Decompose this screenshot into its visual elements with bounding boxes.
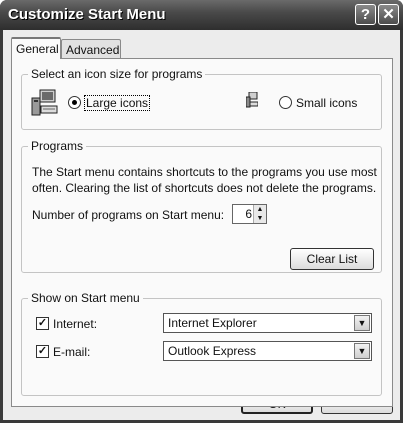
large-icons-radio[interactable] <box>68 96 81 109</box>
internet-label[interactable]: Internet: <box>53 317 97 331</box>
general-tab-panel: Select an icon size for programs Large i… <box>11 58 393 407</box>
icon-size-legend: Select an icon size for programs <box>28 67 206 81</box>
dropdown-arrow-icon[interactable]: ▼ <box>354 315 370 331</box>
email-client-select[interactable]: Outlook Express ▼ <box>163 341 372 361</box>
help-icon: ? <box>360 6 371 23</box>
program-count-stepper[interactable]: 6 ▲ ▼ <box>232 204 267 224</box>
programs-legend: Programs <box>28 139 87 153</box>
large-computer-icon <box>31 89 58 116</box>
dropdown-arrow-icon[interactable]: ▼ <box>354 343 370 359</box>
tab-general[interactable]: General <box>11 37 61 59</box>
internet-browser-value: Internet Explorer <box>168 316 257 330</box>
radio-selected-dot <box>72 100 77 105</box>
show-on-start-legend: Show on Start menu <box>28 291 143 305</box>
customize-start-menu-dialog: Customize Start Menu ? ✕ General Advance… <box>0 0 403 423</box>
window-title: Customize Start Menu <box>8 6 166 23</box>
stepper-arrows: ▲ ▼ <box>253 205 266 223</box>
spin-up-icon[interactable]: ▲ <box>254 205 266 214</box>
small-computer-icon <box>246 92 258 108</box>
check-icon: ✓ <box>37 345 48 357</box>
spin-down-icon[interactable]: ▼ <box>254 214 266 223</box>
internet-checkbox[interactable]: ✓ <box>36 317 49 330</box>
programs-group: Programs The Start menu contains shortcu… <box>21 139 382 273</box>
show-on-start-group: Show on Start menu ✓ Internet: Internet … <box>21 291 382 396</box>
close-icon: ✕ <box>382 6 395 23</box>
email-label[interactable]: E-mail: <box>53 345 90 359</box>
clear-list-button[interactable]: Clear List <box>290 248 374 270</box>
program-count-value[interactable]: 6 <box>236 207 252 221</box>
email-checkbox[interactable]: ✓ <box>36 345 49 358</box>
internet-browser-select[interactable]: Internet Explorer ▼ <box>163 313 372 333</box>
dialog-body: General Advanced Select an icon size for… <box>3 30 400 420</box>
program-count-label: Number of programs on Start menu: <box>32 208 225 222</box>
large-icons-label[interactable]: Large icons <box>84 95 151 111</box>
title-bar[interactable]: Customize Start Menu ? ✕ <box>0 0 403 30</box>
tab-advanced[interactable]: Advanced <box>61 39 121 59</box>
check-icon: ✓ <box>37 317 48 329</box>
close-button[interactable]: ✕ <box>378 4 399 25</box>
small-icons-label[interactable]: Small icons <box>296 96 357 110</box>
programs-description: The Start menu contains shortcuts to the… <box>32 165 377 195</box>
email-client-value: Outlook Express <box>168 344 257 358</box>
help-button[interactable]: ? <box>355 4 376 25</box>
icon-size-group: Select an icon size for programs Large i… <box>21 67 382 130</box>
small-icons-radio[interactable] <box>279 96 292 109</box>
